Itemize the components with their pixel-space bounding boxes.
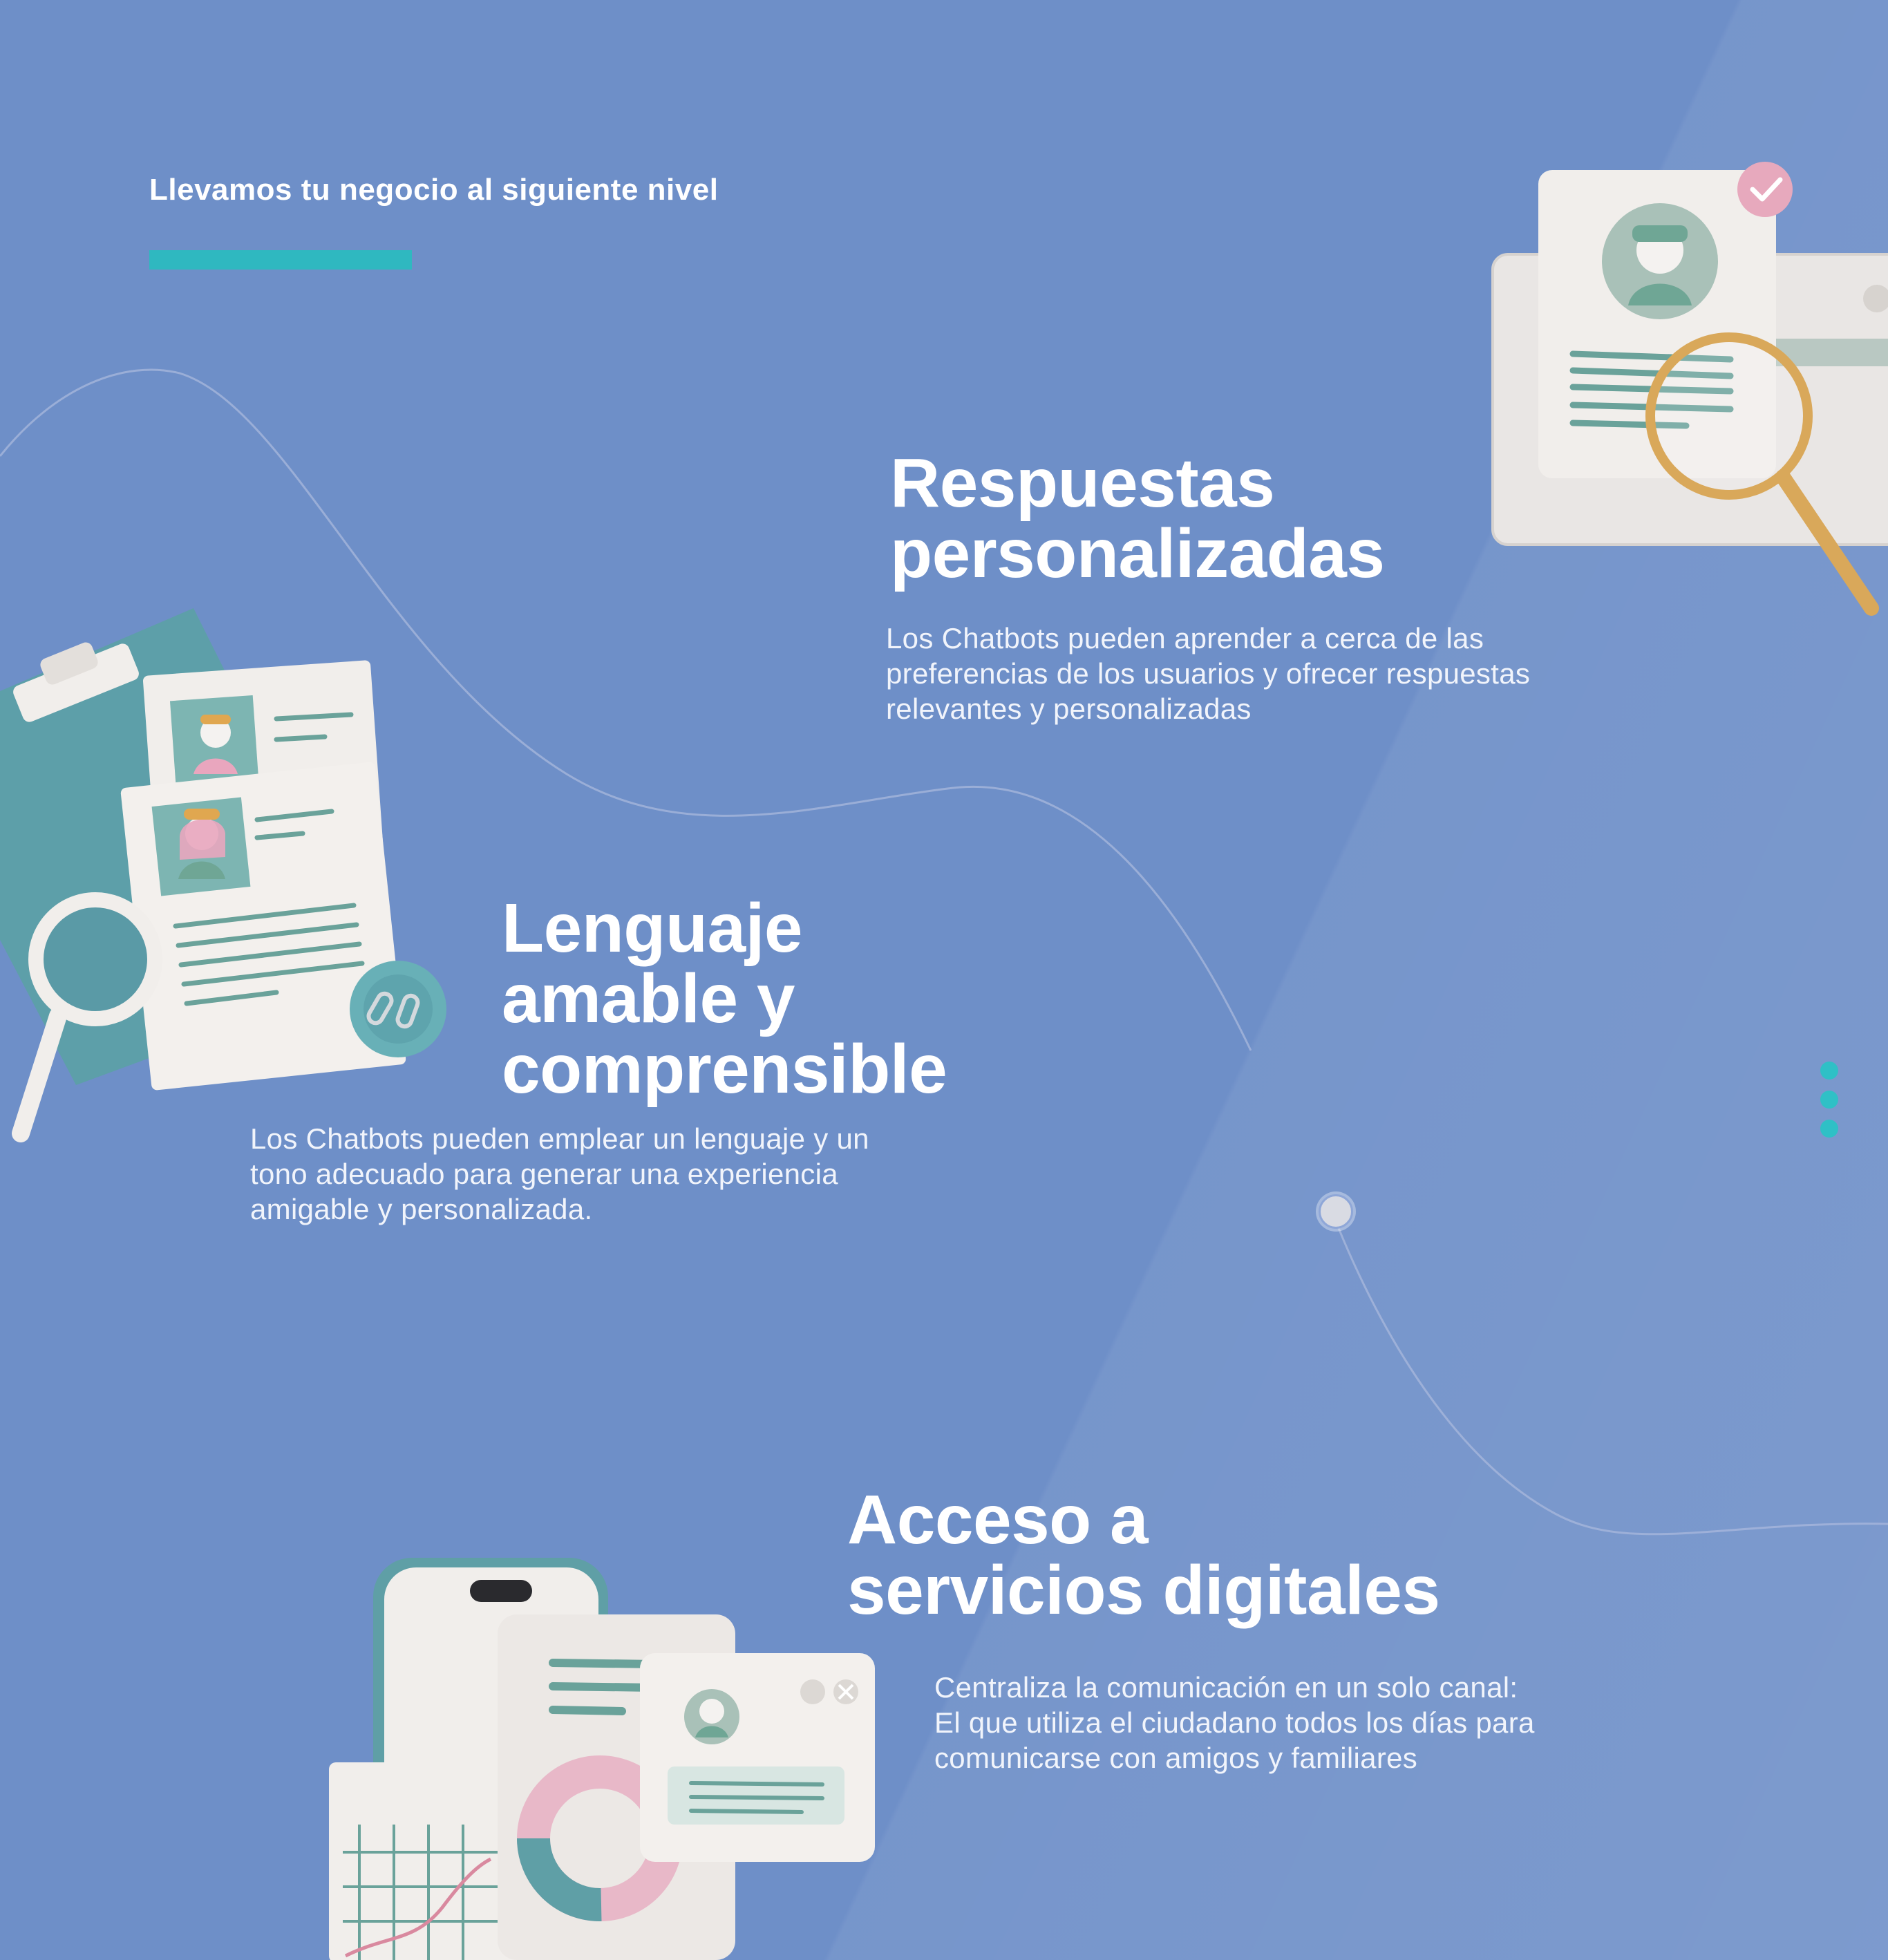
feature-title-acceso: Acceso a servicios digitales bbox=[847, 1481, 1440, 1629]
minimize-icon bbox=[800, 1679, 825, 1704]
feature-desc-acceso: Centraliza la comunicación en un solo ca… bbox=[934, 1671, 1535, 1774]
phone-chart-chat-illustration bbox=[329, 1558, 875, 1960]
